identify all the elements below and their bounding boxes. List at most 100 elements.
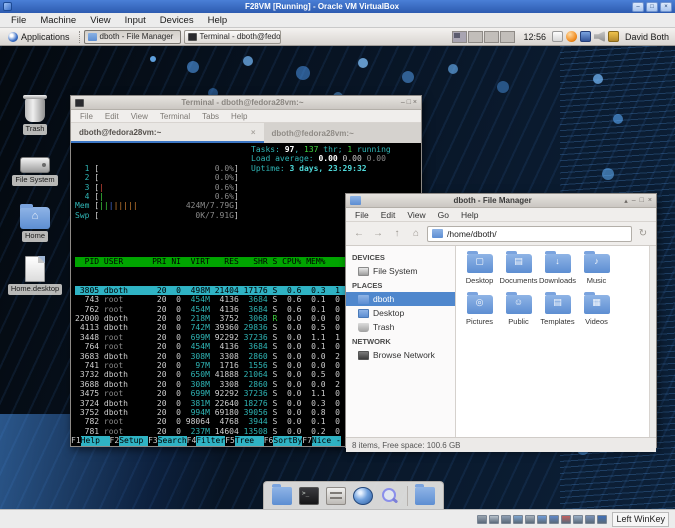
terminal-menu-help[interactable]: Help bbox=[225, 112, 253, 121]
optical-icon[interactable] bbox=[489, 514, 500, 524]
back-button[interactable]: ← bbox=[351, 226, 367, 242]
fm-menu-edit[interactable]: Edit bbox=[375, 210, 402, 220]
desktop-icon-file-system[interactable]: File System bbox=[3, 151, 67, 186]
fkey-f7[interactable]: F7 bbox=[302, 436, 312, 446]
tray-notes-icon[interactable] bbox=[551, 31, 563, 42]
folder-emblem: ▤ bbox=[514, 256, 523, 266]
terminal-menu-tabs[interactable]: Tabs bbox=[196, 112, 225, 121]
mouse-icon[interactable] bbox=[585, 514, 596, 524]
tray-display-icon[interactable] bbox=[579, 31, 591, 42]
dock-file-manager-icon[interactable] bbox=[272, 483, 292, 505]
maximize-button[interactable]: □ bbox=[646, 1, 658, 12]
res: 4136 bbox=[209, 342, 239, 352]
dock-search-icon[interactable] bbox=[380, 487, 400, 505]
vbox-menu-view[interactable]: View bbox=[83, 15, 117, 26]
terminal-menu-view[interactable]: View bbox=[125, 112, 154, 121]
virt: 650M bbox=[180, 370, 210, 380]
network-icon[interactable] bbox=[513, 514, 524, 524]
dock-web-browser-icon[interactable] bbox=[353, 486, 373, 505]
sidebar-item-browse-network[interactable]: Browse Network bbox=[346, 348, 455, 362]
folder-pictures[interactable]: ◎ Pictures bbox=[460, 292, 499, 326]
vbox-menu-machine[interactable]: Machine bbox=[33, 15, 83, 26]
desktop-icon-home[interactable]: Home bbox=[3, 204, 67, 242]
terminal-menu-edit[interactable]: Edit bbox=[99, 112, 125, 121]
terminal-menu-file[interactable]: File bbox=[74, 112, 99, 121]
fm-menu-go[interactable]: Go bbox=[432, 210, 455, 220]
keyboard-icon[interactable] bbox=[597, 514, 608, 524]
vbox-menu-input[interactable]: Input bbox=[118, 15, 153, 26]
feature-icon[interactable] bbox=[573, 514, 584, 524]
terminal-tab-2[interactable]: dboth@fedora28vm:~ bbox=[264, 123, 422, 143]
path-bar[interactable]: /home/dboth/ bbox=[427, 225, 632, 242]
workspace-3[interactable] bbox=[484, 30, 500, 43]
terminal-menu-terminal[interactable]: Terminal bbox=[154, 112, 196, 121]
folder-public[interactable]: ☺ Public bbox=[499, 292, 538, 326]
sidebar-item-dboth[interactable]: dboth bbox=[346, 292, 455, 306]
desktop-icon-home-desktop[interactable]: Home.desktop bbox=[3, 256, 67, 295]
workspace-4[interactable] bbox=[500, 30, 516, 43]
dock-terminal-icon[interactable] bbox=[299, 486, 319, 505]
audio-icon[interactable] bbox=[501, 514, 512, 524]
fm-menu-help[interactable]: Help bbox=[455, 210, 484, 220]
display-icon[interactable] bbox=[549, 514, 560, 524]
tray-update-icon[interactable] bbox=[565, 31, 577, 42]
panel-user-button[interactable]: David Both bbox=[625, 32, 672, 42]
tab-close-icon[interactable]: × bbox=[251, 128, 256, 137]
shared-folder-icon[interactable] bbox=[537, 514, 548, 524]
folder-downloads[interactable]: ↓ Downloads bbox=[538, 251, 577, 285]
workspace-1[interactable] bbox=[452, 30, 468, 43]
vbox-menu-file[interactable]: File bbox=[4, 15, 33, 26]
folder-templates[interactable]: ▤ Templates bbox=[538, 292, 577, 326]
dock-archive-icon[interactable] bbox=[326, 486, 346, 505]
dock-folder-icon[interactable] bbox=[415, 483, 435, 505]
fkey-f2[interactable]: F2 bbox=[110, 436, 120, 446]
scrollbar[interactable] bbox=[649, 246, 656, 437]
fm-menu-view[interactable]: View bbox=[401, 210, 431, 220]
recording-icon[interactable] bbox=[561, 514, 572, 524]
terminal-tab-1[interactable]: dboth@fedora28vm:~ × bbox=[71, 123, 264, 143]
minimize-button[interactable]: – bbox=[632, 1, 644, 12]
folder-videos[interactable]: ▦ Videos bbox=[577, 292, 616, 326]
vbox-menu-help[interactable]: Help bbox=[201, 15, 235, 26]
reload-icon[interactable]: ↻ bbox=[635, 226, 651, 242]
file-manager-window-buttons[interactable]: ▴ – □ × bbox=[624, 197, 652, 205]
fkey-f1[interactable]: F1 bbox=[71, 436, 81, 446]
fm-menu-file[interactable]: File bbox=[349, 210, 375, 220]
hdd-icon[interactable] bbox=[477, 514, 488, 524]
shr: 3684 bbox=[238, 295, 268, 305]
desktop-icon-trash[interactable]: Trash bbox=[3, 95, 67, 135]
taskbar-button[interactable]: dboth - File Manager bbox=[83, 29, 181, 44]
folder-documents[interactable]: ▤ Documents bbox=[499, 251, 538, 285]
home-button[interactable]: ⌂ bbox=[408, 226, 424, 242]
fkey-f3[interactable]: F3 bbox=[148, 436, 158, 446]
sidebar-item-file-system[interactable]: File System bbox=[346, 264, 455, 278]
folder-music[interactable]: ♪ Music bbox=[577, 251, 616, 285]
file-manager-titlebar[interactable]: dboth - File Manager ▴ – □ × bbox=[346, 194, 656, 208]
up-button[interactable]: ↑ bbox=[389, 226, 405, 242]
sidebar-item-desktop[interactable]: Desktop bbox=[346, 306, 455, 320]
forward-button[interactable]: → bbox=[370, 226, 386, 242]
fkey-f6[interactable]: F6 bbox=[264, 436, 274, 446]
taskbar-button[interactable]: Terminal - dboth@fedor... bbox=[183, 29, 281, 44]
terminal-window-buttons[interactable]: – □ × bbox=[401, 99, 417, 106]
sidebar-item-trash[interactable]: Trash bbox=[346, 320, 455, 334]
fkey-f4[interactable]: F4 bbox=[187, 436, 197, 446]
workspace-2[interactable] bbox=[468, 30, 484, 43]
terminal-titlebar[interactable]: Terminal - dboth@fedora28vm:~ – □ × bbox=[71, 96, 421, 110]
panel-clock[interactable]: 12:56 bbox=[523, 32, 546, 42]
cpu: 0.0 bbox=[277, 426, 302, 436]
usb-icon[interactable] bbox=[525, 514, 536, 524]
applications-button[interactable]: Applications bbox=[3, 31, 75, 43]
vbox-titlebar[interactable]: F28VM [Running] - Oracle VM VirtualBox –… bbox=[0, 0, 675, 13]
minimize-button[interactable]: – bbox=[632, 197, 636, 205]
close-button[interactable]: × bbox=[660, 1, 672, 12]
maximize-button[interactable]: □ bbox=[640, 197, 644, 205]
folder-desktop[interactable]: ▢ Desktop bbox=[460, 251, 499, 285]
fkey-f5[interactable]: F5 bbox=[225, 436, 235, 446]
tray-network-icon[interactable] bbox=[607, 31, 619, 42]
folder-label: Desktop bbox=[465, 276, 494, 285]
tray-volume-icon[interactable] bbox=[593, 31, 605, 42]
close-button[interactable]: × bbox=[648, 197, 652, 205]
vbox-menu-devices[interactable]: Devices bbox=[153, 15, 201, 26]
shade-button[interactable]: ▴ bbox=[624, 197, 628, 205]
